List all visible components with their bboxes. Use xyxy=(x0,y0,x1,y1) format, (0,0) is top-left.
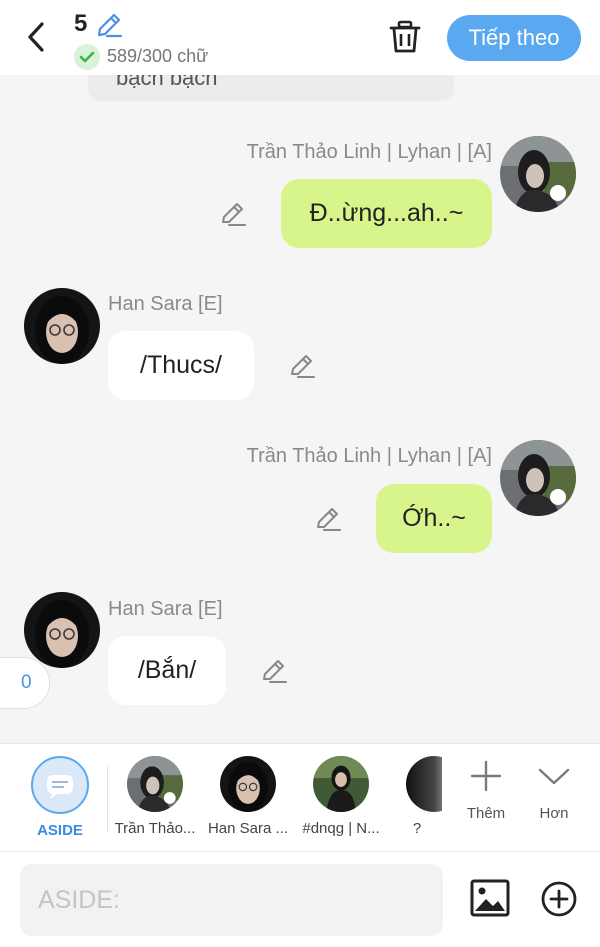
image-icon[interactable] xyxy=(470,879,510,917)
previous-message-text: bạch bạch xyxy=(116,75,218,90)
avatar xyxy=(313,756,369,812)
edit-message-icon[interactable] xyxy=(260,657,288,685)
back-arrow-icon[interactable] xyxy=(22,20,52,54)
avatar xyxy=(127,756,183,812)
message-bubble[interactable]: /Thucs/ xyxy=(108,331,254,400)
add-label: Thêm xyxy=(466,805,506,822)
check-icon xyxy=(74,44,100,70)
character-selector-bar: ASIDE Trần Thảo... Han Sara ... #dnqg | … xyxy=(0,743,600,851)
aside-label: ASIDE xyxy=(37,822,83,839)
aside-icon xyxy=(31,756,89,814)
side-counter-badge[interactable]: 0 xyxy=(0,657,50,709)
avatar xyxy=(406,756,442,812)
add-character-button[interactable]: Thêm xyxy=(458,758,514,822)
character-label: Trần Thảo... xyxy=(114,820,196,837)
more-label: Hơn xyxy=(539,805,569,822)
chat-area[interactable]: bạch bạch Trần Thảo Linh | Lyhan | [A] Đ… xyxy=(0,75,600,743)
message-sender-name: Trần Thảo Linh | Lyhan | [A] xyxy=(246,445,492,467)
character-label: ? xyxy=(412,820,422,837)
message-bubble[interactable]: Ớh..~ xyxy=(376,484,492,553)
character-label: Han Sara ... xyxy=(207,820,289,837)
message-sender-name: Han Sara [E] xyxy=(108,598,223,620)
side-counter-value: 0 xyxy=(21,672,32,693)
edit-chapter-icon[interactable] xyxy=(95,11,123,39)
message-bubble[interactable]: Đ..ừng...ah..~ xyxy=(281,179,492,248)
plus-icon xyxy=(470,760,502,792)
avatar-tran-thao-linh[interactable] xyxy=(500,440,576,516)
character-label: #dnqg | N... xyxy=(302,820,380,837)
edit-message-icon[interactable] xyxy=(219,200,247,228)
chapter-number: 5 xyxy=(74,10,88,37)
word-count: 589/300 chữ xyxy=(107,46,209,66)
avatar-tran-thao-linh[interactable] xyxy=(500,136,576,212)
character-unknown[interactable]: ? xyxy=(392,756,442,837)
aside-button[interactable]: ASIDE xyxy=(30,756,90,839)
message-sender-name: Trần Thảo Linh | Lyhan | [A] xyxy=(246,141,492,163)
character-han-sara[interactable]: Han Sara ... xyxy=(205,756,291,837)
add-circle-icon[interactable] xyxy=(540,880,578,918)
message-input-bar xyxy=(0,851,600,947)
message-input[interactable] xyxy=(20,864,443,936)
avatar-han-sara[interactable] xyxy=(24,592,100,668)
message-sender-name: Han Sara [E] xyxy=(108,293,223,315)
message-bubble[interactable]: /Bắn/ xyxy=(108,636,226,705)
top-bar: 5 589/300 chữ Tiếp theo xyxy=(0,0,600,75)
next-button[interactable]: Tiếp theo xyxy=(447,15,581,61)
edit-message-icon[interactable] xyxy=(314,505,342,533)
character-dnqg[interactable]: #dnqg | N... xyxy=(298,756,384,837)
character-tran-thao-linh[interactable]: Trần Thảo... xyxy=(112,756,198,837)
divider xyxy=(107,766,108,832)
previous-message-bubble[interactable]: bạch bạch xyxy=(88,75,454,101)
avatar xyxy=(220,756,276,812)
more-button[interactable]: Hơn xyxy=(526,758,582,822)
chevron-down-icon xyxy=(538,768,570,785)
avatar-han-sara[interactable] xyxy=(24,288,100,364)
edit-message-icon[interactable] xyxy=(288,352,316,380)
trash-icon[interactable] xyxy=(389,20,421,54)
